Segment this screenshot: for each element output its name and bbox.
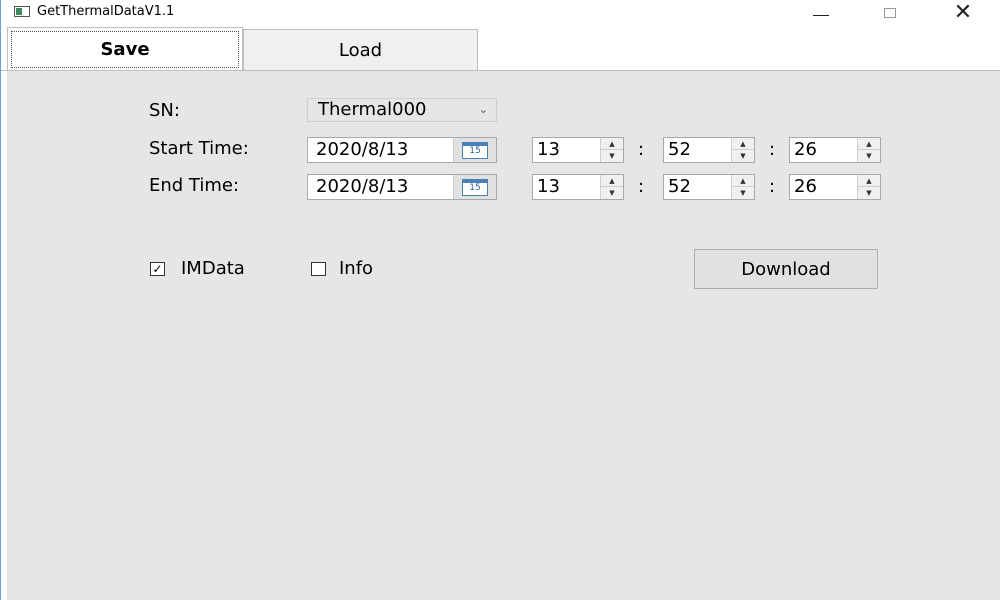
minimize-button[interactable] (798, 0, 844, 26)
spin-up-icon[interactable]: ▲ (732, 138, 754, 150)
start-hour-spinner[interactable]: 13 ▲ ▼ (532, 137, 624, 163)
time-separator: : (638, 139, 645, 160)
spin-up-icon[interactable]: ▲ (732, 175, 754, 187)
spin-down-icon[interactable]: ▼ (601, 187, 623, 199)
spin-up-icon[interactable]: ▲ (601, 175, 623, 187)
spin-down-icon[interactable]: ▼ (858, 150, 880, 162)
spinner-buttons: ▲ ▼ (600, 138, 623, 162)
close-icon: ✕ (953, 0, 973, 25)
spin-down-icon[interactable]: ▼ (732, 187, 754, 199)
start-second-value: 26 (794, 139, 817, 160)
end-date-picker[interactable]: 2020/8/13 15 (307, 174, 497, 200)
end-second-value: 26 (794, 176, 817, 197)
end-time-label: End Time: (149, 175, 240, 196)
imdata-checkbox[interactable]: ✓ (150, 262, 165, 276)
end-second-spinner[interactable]: 26 ▲ ▼ (789, 174, 881, 200)
checkmark-icon: ✓ (152, 262, 163, 276)
start-second-spinner[interactable]: 26 ▲ ▼ (789, 137, 881, 163)
sn-dropdown-value: Thermal000 (318, 99, 427, 120)
sn-label: SN: (149, 100, 180, 121)
info-label[interactable]: Info (339, 258, 373, 280)
spinner-buttons: ▲ ▼ (600, 175, 623, 199)
start-time-label: Start Time: (149, 138, 249, 159)
title-bar[interactable]: GetThermalDataV1.1 ✕ (1, 0, 1000, 26)
spin-down-icon[interactable]: ▼ (732, 150, 754, 162)
end-minute-value: 52 (668, 176, 691, 197)
window-title: GetThermalDataV1.1 (37, 4, 175, 19)
tab-load[interactable]: Load (243, 29, 478, 71)
time-separator: : (769, 176, 776, 197)
tab-save[interactable]: Save (7, 27, 243, 71)
chevron-down-icon: ⌄ (478, 103, 488, 116)
spin-down-icon[interactable]: ▼ (601, 150, 623, 162)
spinner-buttons: ▲ ▼ (731, 138, 754, 162)
end-hour-value: 13 (537, 176, 560, 197)
start-date-picker[interactable]: 2020/8/13 15 (307, 137, 497, 163)
calendar-icon: 15 (462, 178, 488, 196)
tab-load-label: Load (338, 40, 383, 61)
focus-rectangle (11, 31, 239, 68)
maximize-button[interactable] (867, 0, 913, 26)
imdata-label[interactable]: IMData (181, 258, 245, 280)
app-window: GetThermalDataV1.1 ✕ Save Load SN: Therm… (0, 0, 1000, 600)
end-calendar-button[interactable]: 15 (453, 175, 496, 199)
time-separator: : (769, 139, 776, 160)
spinner-buttons: ▲ ▼ (857, 138, 880, 162)
start-calendar-button[interactable]: 15 (453, 138, 496, 162)
sn-dropdown[interactable]: Thermal000 ⌄ (307, 98, 497, 122)
close-button[interactable]: ✕ (940, 0, 986, 26)
spinner-buttons: ▲ ▼ (731, 175, 754, 199)
start-hour-value: 13 (537, 139, 560, 160)
download-button[interactable]: Download (694, 249, 878, 289)
download-button-label: Download (741, 258, 831, 280)
start-minute-value: 52 (668, 139, 691, 160)
spinner-buttons: ▲ ▼ (857, 175, 880, 199)
minimize-icon (813, 14, 829, 16)
info-checkbox[interactable] (311, 262, 326, 276)
time-separator: : (638, 176, 645, 197)
end-date-value: 2020/8/13 (316, 176, 409, 197)
maximize-icon (884, 8, 896, 18)
spin-up-icon[interactable]: ▲ (858, 138, 880, 150)
spin-up-icon[interactable]: ▲ (601, 138, 623, 150)
tab-strip: Save Load (1, 26, 1000, 71)
end-minute-spinner[interactable]: 52 ▲ ▼ (663, 174, 755, 200)
start-date-value: 2020/8/13 (316, 139, 409, 160)
spin-up-icon[interactable]: ▲ (858, 175, 880, 187)
app-icon (14, 6, 30, 17)
start-minute-spinner[interactable]: 52 ▲ ▼ (663, 137, 755, 163)
spin-down-icon[interactable]: ▼ (858, 187, 880, 199)
end-hour-spinner[interactable]: 13 ▲ ▼ (532, 174, 624, 200)
calendar-icon: 15 (462, 141, 488, 159)
